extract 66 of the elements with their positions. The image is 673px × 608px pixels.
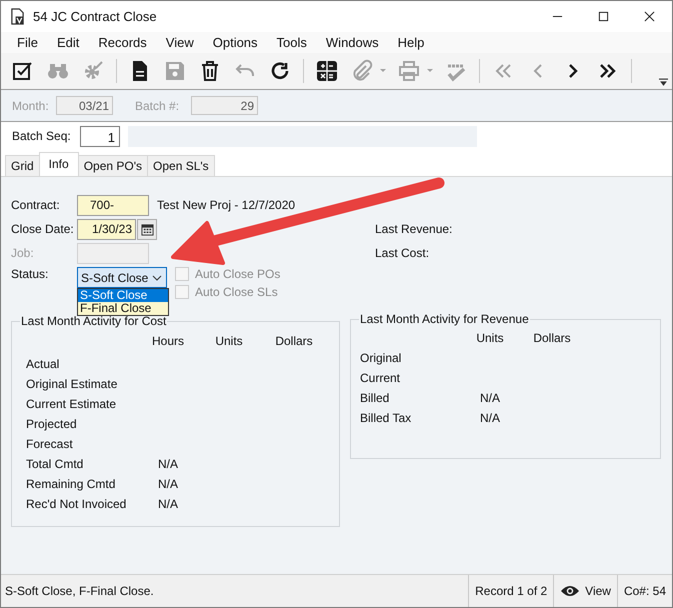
calendar-button[interactable] (137, 218, 157, 240)
last-revenue-label: Last Revenue: (375, 222, 452, 236)
batch-seq-field[interactable]: 1 (80, 126, 120, 146)
app-icon (10, 8, 25, 25)
batch-label: Batch #: (135, 98, 180, 112)
menu-item[interactable]: Windows (316, 35, 388, 50)
column-header: Units (475, 331, 505, 345)
row-label: Current (360, 371, 402, 385)
row-label: Remaining Cmtd (26, 477, 116, 491)
status-message: S-Soft Close, F-Final Close. (4, 584, 155, 598)
last-cost-label: Last Cost: (375, 246, 430, 260)
calculator-icon[interactable] (315, 59, 339, 83)
month-label: Month: (12, 98, 50, 112)
tab[interactable]: Open SL's (147, 155, 215, 176)
close-date-label: Close Date: (11, 222, 75, 236)
row-label: Projected (26, 417, 78, 431)
table-cell: N/A (480, 411, 500, 425)
job-label: Job: (11, 246, 35, 260)
dropdown-option[interactable]: F-Final Close (78, 302, 168, 315)
table-cell: N/A (158, 477, 178, 491)
column-header: Dollars (532, 331, 572, 345)
window-title: 54 JC Contract Close (33, 9, 157, 24)
mode-label: View (585, 584, 611, 598)
group-title: Last Month Activity for Revenue (359, 312, 530, 326)
tab[interactable]: Open PO's (78, 155, 148, 176)
contract-field[interactable]: 700- (77, 194, 149, 216)
status-dropdown[interactable]: S-Soft Close (77, 267, 167, 288)
menu-item[interactable]: Tools (266, 35, 316, 50)
menu-item[interactable]: Records (88, 35, 156, 50)
batch-seq-label: Batch Seq: (12, 129, 72, 143)
close-date-field[interactable]: 1/30/23 (77, 218, 136, 240)
calendar-icon (140, 222, 154, 236)
job-field[interactable] (77, 242, 149, 264)
dropdown-option[interactable]: S-Soft Close (78, 289, 168, 302)
row-label: Actual (26, 357, 60, 371)
row-label: Total Cmtd (26, 457, 84, 471)
column-header: Dollars (274, 334, 314, 348)
menu-item[interactable]: View (156, 35, 203, 50)
column-header: Units (214, 334, 244, 348)
row-label: Rec'd Not Invoiced (26, 497, 128, 511)
row-label: Current Estimate (26, 397, 118, 411)
contract-description: Test New Proj - 12/7/2020 (157, 198, 296, 212)
eye-icon (560, 585, 580, 597)
row-label: Billed Tax (360, 411, 412, 425)
menu-item[interactable]: File (7, 35, 47, 50)
contract-label: Contract: (11, 198, 61, 212)
table-cell: N/A (158, 497, 178, 511)
menu-item[interactable]: Edit (46, 35, 88, 50)
row-label: Original Estimate (26, 377, 118, 391)
group-title: Last Month Activity for Cost (20, 314, 168, 328)
tab[interactable]: Grid (5, 155, 40, 176)
table-cell: N/A (480, 391, 500, 405)
column-header: Hours (150, 334, 185, 348)
menu-item[interactable]: Help (388, 35, 434, 50)
table-cell: N/A (158, 457, 178, 471)
checkbox-label: Auto Close SLs (195, 285, 278, 299)
record-counter: Record 1 of 2 (468, 575, 554, 607)
overflow-icon[interactable] (659, 78, 668, 87)
row-label: Forecast (26, 437, 74, 451)
row-label: Billed (360, 391, 390, 405)
chevron-icon (152, 274, 162, 280)
checkbox-label: Auto Close POs (195, 267, 280, 281)
status-label: Status: (11, 267, 50, 281)
company-number: Co#: 54 (616, 575, 672, 607)
menu-item[interactable]: Options (202, 35, 267, 50)
row-label: Original (360, 351, 402, 365)
